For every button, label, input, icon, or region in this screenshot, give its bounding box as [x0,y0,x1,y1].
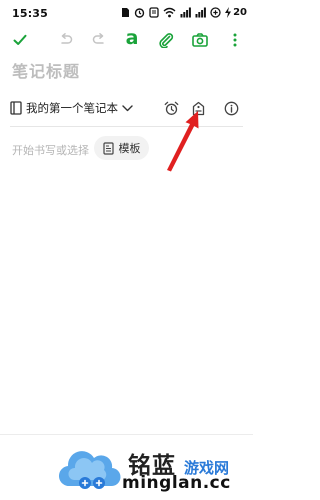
alarm-status-icon [134,7,145,18]
signal-icon-2 [195,7,206,17]
battery: 20 [225,6,247,18]
info-icon [224,101,238,115]
data-saver-icon [210,6,221,18]
editor-toolbar: a [0,28,253,52]
note-editor-screen: 15:35 20 a 笔记标题 我的第一个笔记本 开始书写或选择 模板 铭蓝 游… [0,0,253,500]
note-body: 开始书写或选择 模板 [0,136,253,162]
more-options-button[interactable] [224,28,246,52]
paperclip-icon [159,33,174,48]
note-info-button[interactable] [221,98,241,118]
redo-icon [92,33,104,44]
vpn-status-icon [149,6,159,18]
template-button[interactable]: 模板 [94,136,149,160]
status-icons: 20 [121,6,247,18]
status-time: 15:35 [12,7,49,20]
text-format-label: a [125,27,139,49]
undo-icon [61,33,73,44]
chevron-down-icon [122,104,133,111]
note-body-input[interactable]: 开始书写或选择 [12,142,89,158]
attachment-button[interactable] [155,28,177,52]
watermark-domain: minglan.cc [122,473,231,493]
wifi-icon [163,7,176,17]
notebook-icon [10,101,22,115]
sim-icon [122,7,130,17]
checkmark-icon [13,34,27,45]
done-button[interactable] [9,28,31,52]
text-format-button[interactable]: a [121,28,143,52]
notebook-selector[interactable]: 我的第一个笔记本 [10,98,133,118]
charging-icon [225,6,232,18]
red-arrow-annotation [167,111,199,172]
camera-icon [192,33,208,47]
template-icon [102,141,114,155]
notebook-name: 我的第一个笔记本 [26,101,118,115]
bottom-divider [0,434,253,435]
site-watermark: 铭蓝 游戏网 minglan.cc [56,440,253,498]
undo-button[interactable] [55,28,77,52]
camera-button[interactable] [189,28,211,52]
redo-button[interactable] [88,28,110,52]
signal-icon-1 [180,7,191,17]
status-bar: 15:35 20 [0,0,253,24]
cloud-logo-icon [58,451,121,489]
note-title-input[interactable]: 笔记标题 [12,58,80,82]
template-label: 模板 [118,142,141,155]
more-vertical-icon [233,33,237,47]
note-meta-row: 我的第一个笔记本 [0,96,253,122]
battery-level: 20 [233,6,247,18]
